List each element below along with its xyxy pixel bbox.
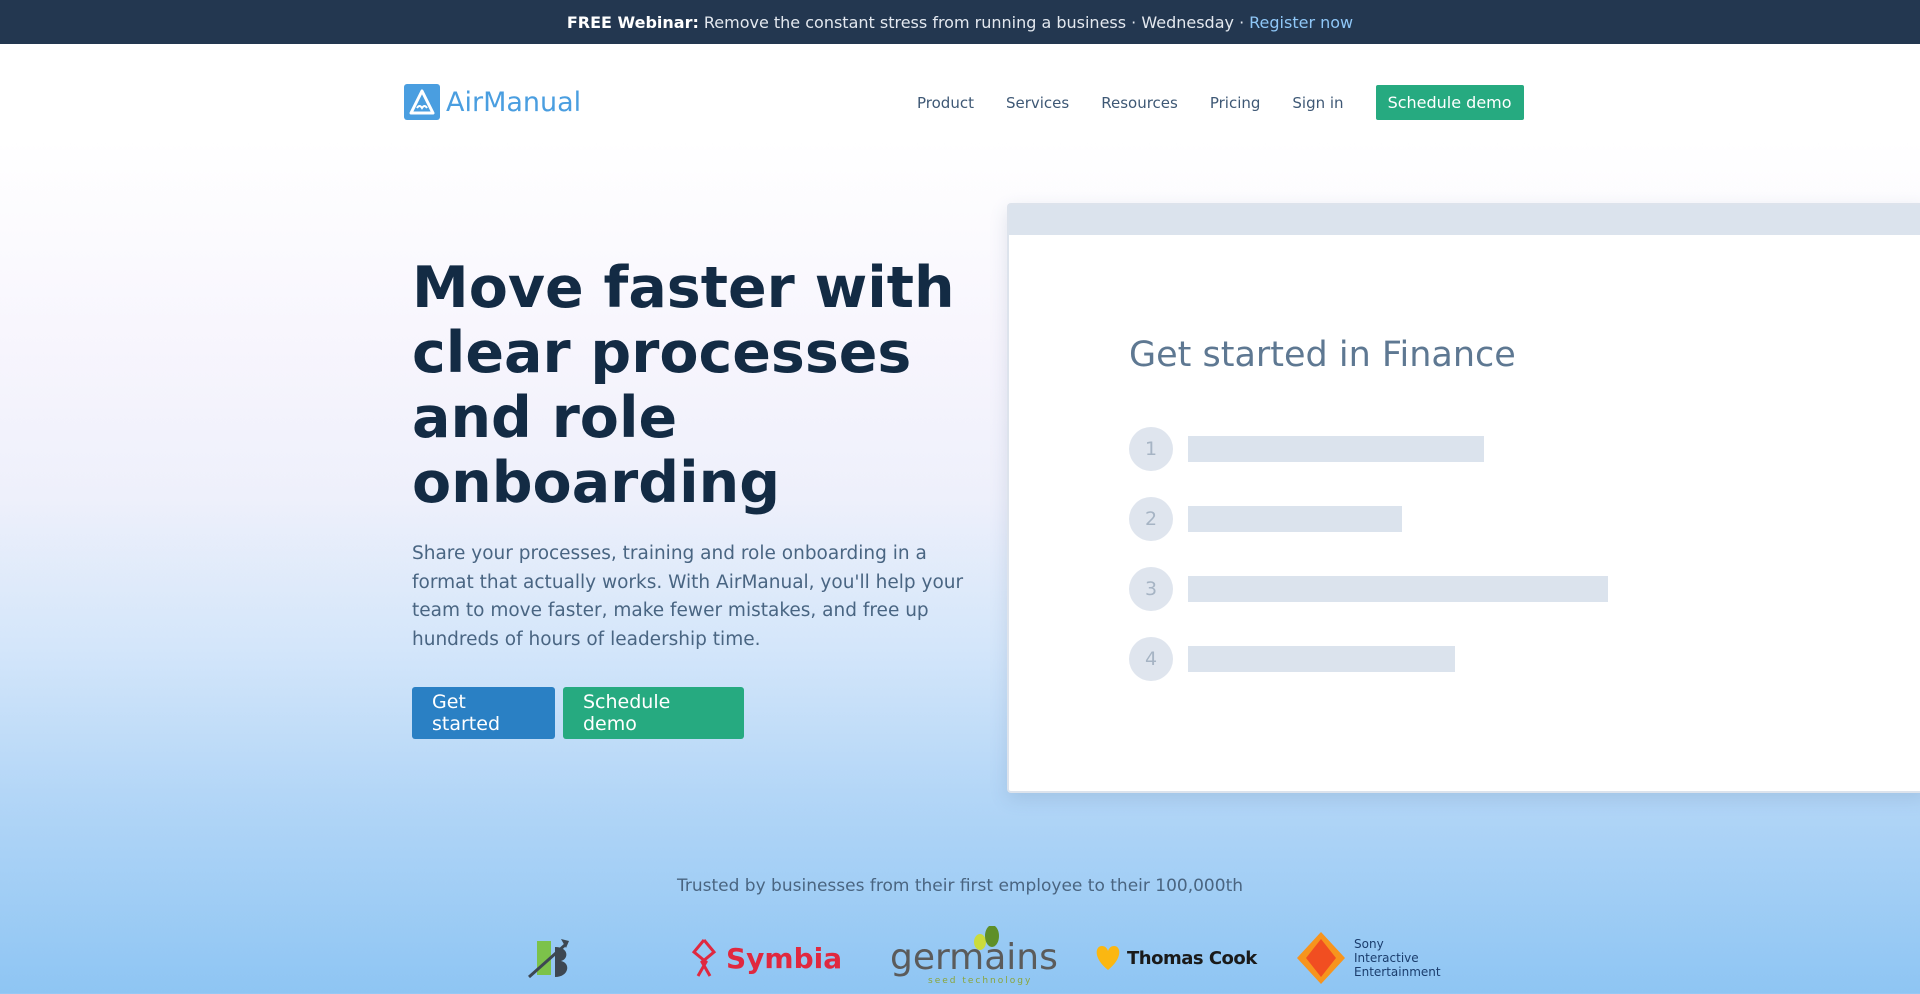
db-logo: [525, 930, 585, 986]
placeholder-bar: [1188, 506, 1402, 532]
main-nav: Product Services Resources Pricing Sign …: [917, 85, 1524, 120]
step-number: 3: [1129, 567, 1173, 611]
symbia-wordmark: Symbia: [726, 941, 843, 975]
sony-wordmark: Sony Interactive Entertainment: [1354, 937, 1441, 979]
nav-services[interactable]: Services: [1006, 94, 1069, 112]
app-preview-card: Get started in Finance 1 2 3 4: [1007, 203, 1920, 793]
placeholder-bar: [1188, 646, 1455, 672]
sony-logo: Sony Interactive Entertainment: [1296, 930, 1441, 986]
preview-title-bar: [1009, 205, 1920, 235]
trusted-by-text: Trusted by businesses from their first e…: [676, 876, 1244, 896]
germains-logo: germains seed technology: [890, 926, 1058, 986]
preview-step: 3: [1129, 567, 1608, 611]
placeholder-bar: [1188, 436, 1484, 462]
logo-text: AirManual: [446, 86, 582, 118]
logo-mark-icon: [404, 84, 440, 120]
schedule-demo-button[interactable]: Schedule demo: [563, 687, 744, 739]
nav-pricing[interactable]: Pricing: [1210, 94, 1261, 112]
sony-line: Entertainment: [1354, 965, 1441, 979]
germains-tagline: seed technology: [928, 976, 1033, 986]
step-number: 2: [1129, 497, 1173, 541]
preview-step: 4: [1129, 637, 1455, 681]
announcement-banner: FREE Webinar: Remove the constant stress…: [0, 0, 1920, 44]
step-number: 1: [1129, 427, 1173, 471]
thomas-cook-wordmark: Thomas Cook: [1127, 947, 1257, 969]
nav-sign-in[interactable]: Sign in: [1292, 94, 1343, 112]
airmanual-logo[interactable]: AirManual: [404, 84, 581, 120]
preview-title: Get started in Finance: [1129, 335, 1516, 375]
banner-label: FREE Webinar:: [566, 12, 699, 32]
customer-logos: Symbia germains seed technology Thomas C…: [0, 926, 1920, 986]
nav-schedule-demo-button[interactable]: Schedule demo: [1375, 85, 1524, 120]
thomas-cook-logo: Thomas Cook: [1093, 930, 1257, 986]
nav-resources[interactable]: Resources: [1101, 94, 1178, 112]
sony-line: Sony: [1354, 937, 1384, 951]
placeholder-bar: [1188, 576, 1608, 602]
hero-title: Move faster with clear processes and rol…: [412, 255, 955, 516]
get-started-button[interactable]: Get started: [412, 687, 555, 739]
hero-subtitle: Share your processes, training and role …: [412, 543, 964, 650]
register-now-link[interactable]: Register now: [1249, 13, 1353, 32]
preview-step: 2: [1129, 497, 1402, 541]
nav-product[interactable]: Product: [917, 94, 974, 112]
step-number: 4: [1129, 637, 1173, 681]
symbia-logo: Symbia: [688, 930, 842, 986]
banner-text: Remove the constant stress from running …: [703, 12, 1245, 32]
sony-line: Interactive: [1354, 951, 1419, 965]
preview-step: 1: [1129, 427, 1484, 471]
